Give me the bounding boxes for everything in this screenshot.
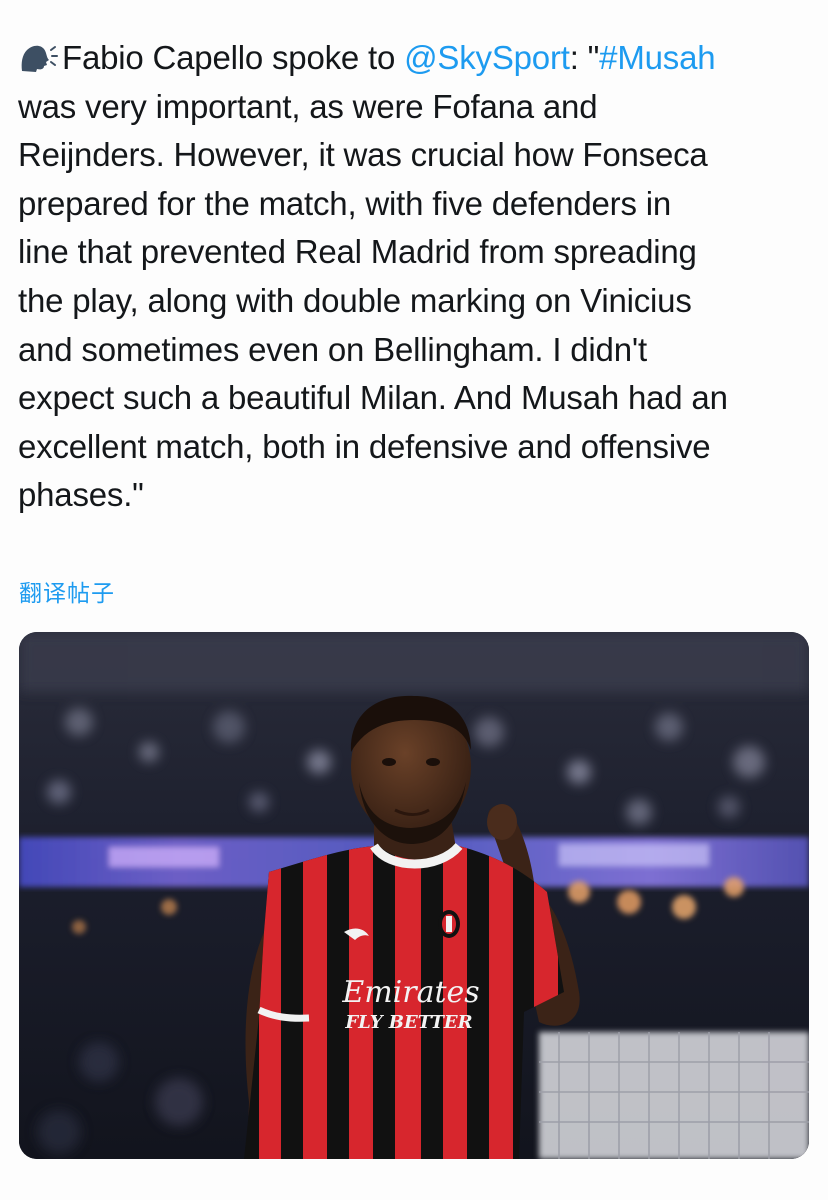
post-image[interactable]: Emirates FLY BETTER (19, 632, 809, 1159)
post-text-intro: Fabio Capello spoke to (62, 39, 405, 76)
jersey-sponsor-text: Emirates (341, 975, 479, 1010)
translate-post-link[interactable]: 翻译帖子 (19, 574, 115, 608)
jersey-sponsor-tagline: FLY BETTER (344, 1012, 472, 1033)
post-container: Fabio Capello spoke to @SkySport: "#Musa… (0, 0, 828, 1200)
post-text: Fabio Capello spoke to @SkySport: "#Musa… (18, 34, 818, 520)
post-text-body: was very important, as were Fofana and R… (18, 87, 728, 514)
post-text-connector: : " (569, 39, 600, 76)
hashtag-link[interactable]: #Musah (599, 39, 715, 76)
speaking-head-icon (18, 41, 58, 73)
player-photo: Emirates FLY BETTER (19, 632, 809, 1159)
club-crest-icon (438, 910, 460, 938)
mention-link[interactable]: @SkySport (404, 39, 570, 76)
